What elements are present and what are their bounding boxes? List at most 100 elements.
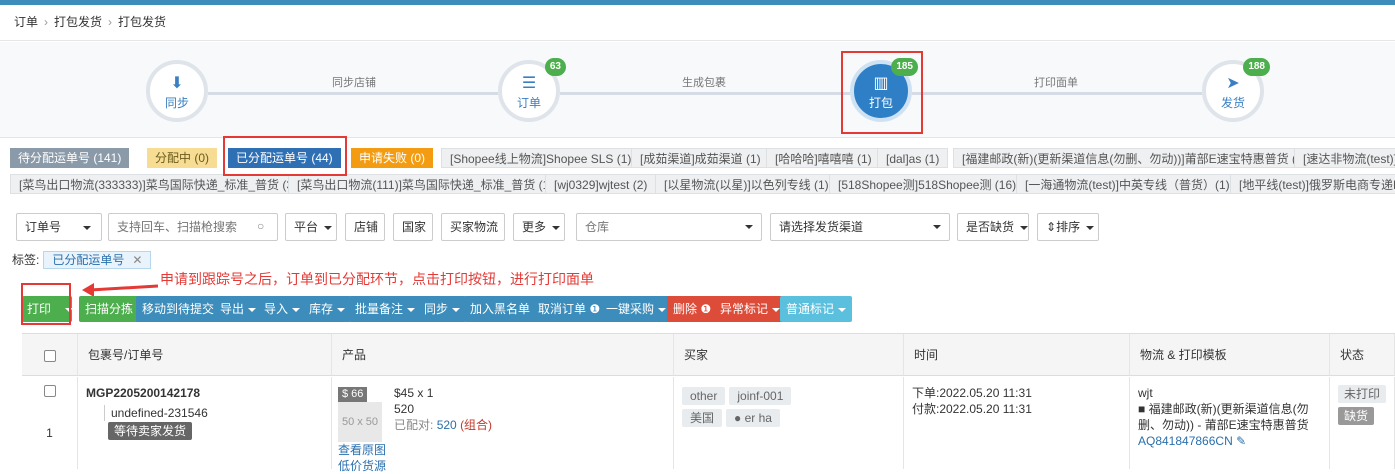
inventory-button[interactable]: 库存 [303,296,352,322]
button-label: 导入 [264,302,289,316]
import-button[interactable]: 导入 [258,296,307,322]
row-index: 1 [46,426,53,440]
image-size-label: 50 x 50 [341,416,379,428]
step-sync[interactable]: ⬇ 同步 [146,60,208,122]
button-label: 买家物流 [450,220,499,234]
caret-down-icon [83,225,92,230]
step-count-badge: 188 [1243,58,1270,76]
channel-tab[interactable]: [518Shopee测]518Shopee测 (16) [829,174,1026,194]
step-count-badge: 63 [544,58,566,76]
exception-mark-button[interactable]: 异常标记 [714,296,787,322]
channel-tab[interactable]: [速达非物流(test)]快 [1294,148,1395,168]
select-placeholder: 仓库 [585,220,610,234]
step-label: 订单 [516,96,541,110]
more-dropdown[interactable]: 更多 [513,213,565,241]
close-icon[interactable]: ✕ [132,253,142,267]
one-click-purchase-button[interactable]: 一键采购 [600,296,673,322]
delete-button[interactable]: 删除 ❶ [667,296,718,322]
shipping-channel-select[interactable]: 请选择发货渠道 [770,213,950,241]
channel-tab[interactable]: [哈哈哈]嘻嘻嘻 (1) [766,148,881,168]
chevron-right-icon: › [44,15,49,29]
product-sku: 520 [394,402,415,416]
package-number[interactable]: MGP2205200142178 [86,385,323,401]
button-label: 删除 [673,302,698,316]
channel-tab[interactable]: [dal]as (1) [877,148,949,168]
country-button[interactable]: 国家 [393,213,433,241]
chevron-right-icon: › [108,15,113,29]
step-connector [208,92,498,95]
tab-apply-failed[interactable]: 申请失败 (0) [351,148,434,168]
caret-down-icon [772,307,781,312]
matched-label: 已配对: [394,418,434,432]
view-image-link[interactable]: 查看原图 [338,442,386,458]
caret-down-icon [337,307,346,312]
blacklist-button[interactable]: 加入黑名单 [464,296,537,322]
list-icon: ☰ [521,75,537,92]
country-tag: 美国 [682,409,723,427]
tracking-number[interactable]: AQ841847866CN [1138,434,1233,448]
dropdown-label: 是否缺货 [966,220,1015,234]
select-all-checkbox[interactable] [44,349,56,362]
logistics-channel: 福建邮政(新)(更新渠道信息(勿删、勿动)) - 莆部E速宝特惠普货 [1138,402,1309,432]
move-to-submit-button[interactable]: 移动到待提交 [136,296,221,322]
channel-tab[interactable]: [Shopee线上物流]Shopee SLS (1) [441,148,641,168]
info-icon: ❶ [700,302,712,316]
matched-sku[interactable]: 520 [437,418,457,432]
caret-down-icon [248,307,257,312]
logistics-cell: wjt ■ 福建邮政(新)(更新渠道信息(勿删、勿动)) - 莆部E速宝特惠普货… [1130,377,1330,469]
highlight-box-allocated-tab [223,136,347,176]
user-icon: ● [734,411,742,425]
breadcrumb-item[interactable]: 订单 [14,15,38,29]
channel-tab[interactable]: [福建邮政(新)(更新渠道信息(勿删、勿动))]莆部E速宝特惠普货 (12) [953,148,1323,168]
edit-icon[interactable]: ✎ [1236,434,1246,448]
step-ship[interactable]: ➤ 发货 188 [1202,58,1270,122]
button-label: 批量备注 [355,302,404,316]
sort-dropdown[interactable]: ⇕排序 [1037,213,1099,241]
sync-button[interactable]: 同步 [418,296,467,322]
scan-sort-button[interactable]: 扫描分拣 [79,296,140,322]
order-number: undefined-231546 [104,405,323,421]
column-header: 时间 [904,334,1130,376]
store-button[interactable]: 店铺 [345,213,385,241]
dropdown-label: 更多 [522,220,547,234]
warehouse-select[interactable]: 仓库 [576,213,762,241]
channel-tab[interactable]: [地平线(test)]俄罗斯电商专递B (2 [1230,174,1395,194]
print-status-badge: 未打印 [1338,385,1386,403]
tab-pending-tracking[interactable]: 待分配运单号 (141) [10,148,130,168]
channel-tab[interactable]: [菜鸟出口物流(111)]菜鸟国际快递_标准_普货 (1) [288,174,563,194]
channel-tab[interactable]: [成茹渠道]成茹渠道 (1) [631,148,770,168]
row-checkbox[interactable] [43,385,56,397]
channel-tab[interactable]: [wj0329]wjtest (2) [545,174,657,194]
annotation-arrow [82,283,158,296]
channel-tab[interactable]: [以星物流(以星)]以色列专线 (1) [655,174,838,194]
select-placeholder: 请选择发货渠道 [779,220,864,234]
channel-tab[interactable]: [菜鸟出口物流(333333)]菜鸟国际快递_标准_普货 (3) [10,174,307,194]
stock-status-badge: 缺货 [1338,407,1375,425]
normal-mark-button[interactable]: 普通标记 [780,296,853,322]
tab-allocating[interactable]: 分配中 (0) [147,148,218,168]
button-label: 库存 [309,302,334,316]
batch-note-button[interactable]: 批量备注 [349,296,422,322]
cancel-order-button[interactable]: 取消订单 ❶ [532,296,607,322]
low-price-source-link[interactable]: 低价货源 [338,458,386,474]
product-cell: $ 66 50 x 50 查看原图 低价货源 $45 x 1 520 已配对: … [332,377,674,473]
step-label: 发货 [1220,96,1245,110]
search-icon[interactable]: ○ [257,219,264,233]
caret-down-icon [292,307,301,312]
product-image[interactable]: 50 x 50 [338,402,382,442]
buyer-logistics-button[interactable]: 买家物流 [441,213,505,241]
breadcrumb-item: 打包发货 [118,15,167,29]
caret-down-icon [933,225,941,229]
out-of-stock-dropdown[interactable]: 是否缺货 [957,213,1029,241]
export-button[interactable]: 导出 [214,296,263,322]
status-cell: 未打印 缺货 [1330,377,1395,469]
unit-price: $45 x 1 [394,386,434,400]
channel-tab[interactable]: [一海通物流(test)]中英专线（普货）(1) [1016,174,1239,194]
search-input[interactable] [108,213,278,241]
order-number-select[interactable]: 订单号 [16,213,102,241]
breadcrumb-item[interactable]: 打包发货 [54,15,102,29]
download-icon: ⬇ [170,75,184,92]
workflow-steps: 同步店铺 生成包裹 打印面单 ⬇ 同步 ☰ 订单 63 ▥ 打包 185 ➤ 发… [0,42,1395,138]
platform-dropdown[interactable]: 平台 [285,213,337,241]
step-order[interactable]: ☰ 订单 63 [498,58,566,122]
